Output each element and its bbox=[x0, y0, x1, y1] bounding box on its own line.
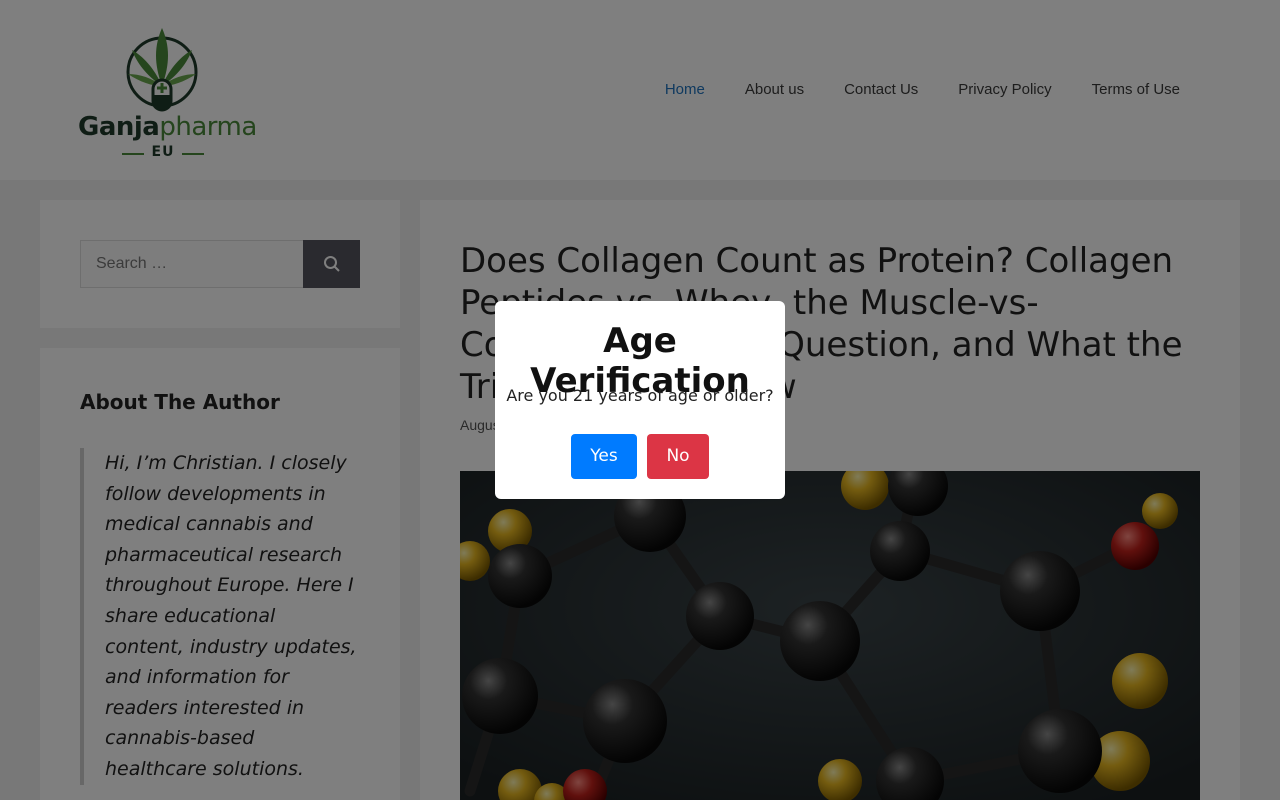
yes-button[interactable]: Yes bbox=[571, 434, 637, 479]
age-verification-modal: Age Verification Are you 21 years of age… bbox=[495, 301, 785, 499]
modal-question: Are you 21 years of age or older? bbox=[506, 386, 774, 405]
no-button[interactable]: No bbox=[647, 434, 709, 479]
